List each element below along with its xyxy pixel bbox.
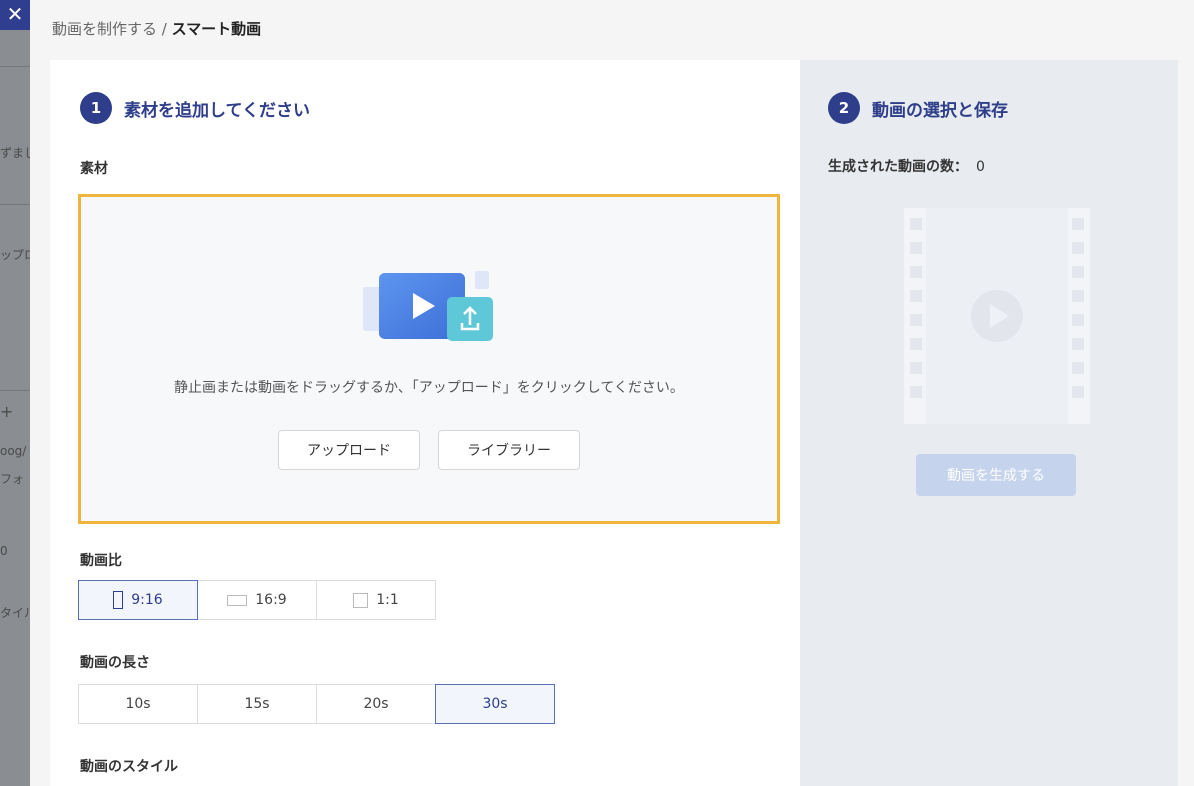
film-placeholder-icon [904,208,1090,424]
step-1-number: 1 [80,92,112,124]
upload-dropzone[interactable]: 静止画または動画をドラッグするか、「アップロード」をクリックしてください。 アッ… [78,194,780,524]
step-2-number: 2 [828,92,860,124]
ratio-selector: 9:16 16:9 1:1 [78,580,436,620]
ratio-option-1-1[interactable]: 1:1 [316,580,436,620]
video-upload-icon [363,271,493,341]
duration-label: 動画の長さ [80,655,150,671]
portrait-ratio-icon [113,591,124,609]
step-2-title: 動画の選択と保存 [872,100,1008,121]
material-label: 素材 [80,161,108,177]
breadcrumb-separator: / [157,20,172,38]
background-text: 0 [0,544,8,558]
generated-count-value: 0 [976,159,985,175]
ratio-option-9-16[interactable]: 9:16 [78,580,198,620]
divider [0,390,30,391]
smart-video-modal: 動画を制作する / スマート動画 1 素材を追加してください 素材 静止画または… [30,0,1194,786]
divider [0,66,30,67]
library-button[interactable]: ライブラリー [438,430,580,470]
duration-option-10s[interactable]: 10s [78,684,198,724]
duration-option-30s[interactable]: 30s [435,684,555,724]
generate-video-button[interactable]: 動画を生成する [916,454,1076,496]
dropzone-actions: アップロード ライブラリー [81,430,777,470]
ratio-option-label: 9:16 [131,592,163,608]
result-panel: 2 動画の選択と保存 生成された動画の数： 0 動画を生成する [800,60,1178,786]
close-icon[interactable]: ✕ [0,0,30,30]
breadcrumb-current: スマート動画 [171,20,262,38]
ratio-label: 動画比 [80,553,122,569]
generated-count: 生成された動画の数： 0 [828,156,985,176]
ratio-option-label: 16:9 [255,592,287,608]
background-text: ップロ [0,248,30,262]
divider [0,204,30,205]
ratio-option-label: 1:1 [376,592,399,608]
landscape-ratio-icon [227,594,248,606]
step-1-title: 素材を追加してください [124,100,310,121]
generated-count-label: 生成された動画の数： [828,159,968,175]
step-2-header: 2 動画の選択と保存 [828,92,1008,124]
step-1-header: 1 素材を追加してください [80,92,310,124]
background-text: ずまし [0,146,30,160]
duration-selector: 10s 15s 20s 30s [78,684,555,724]
duration-option-20s[interactable]: 20s [316,684,436,724]
ratio-option-16-9[interactable]: 16:9 [197,580,317,620]
breadcrumb: 動画を制作する / スマート動画 [52,18,261,39]
background-text: タイル [0,606,30,620]
breadcrumb-parent[interactable]: 動画を制作する [52,20,157,38]
duration-option-15s[interactable]: 15s [197,684,317,724]
plus-icon[interactable]: + [0,402,30,421]
upload-button[interactable]: アップロード [278,430,420,470]
background-text: oog/ [0,444,27,458]
square-ratio-icon [353,592,369,608]
style-label: 動画のスタイル [80,759,178,775]
dropzone-hint: 静止画または動画をドラッグするか、「アップロード」をクリックしてください。 [174,380,684,396]
material-panel: 1 素材を追加してください 素材 静止画または動画をドラッグするか、「アップロー… [50,60,800,786]
background-text: フォ [0,472,25,486]
